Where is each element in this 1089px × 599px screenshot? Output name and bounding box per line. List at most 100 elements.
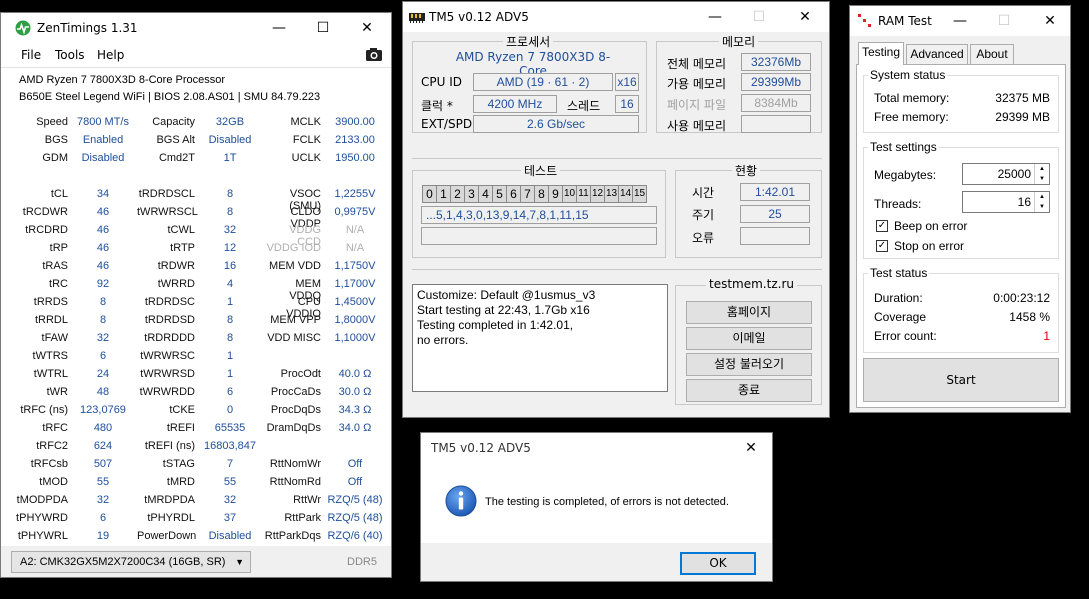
test-cell: 7 xyxy=(520,185,535,203)
stop-on-error-label: Stop on error xyxy=(894,239,965,253)
time-label: 시간 xyxy=(692,186,715,200)
timing-value: Disabled xyxy=(81,152,125,164)
close-button[interactable]: ✕ xyxy=(783,2,827,32)
board-info: B650E Steel Legend WiFi | BIOS 2.08.AS01… xyxy=(19,91,321,103)
timing-label: tWRWRSC xyxy=(140,350,195,362)
timing-label: tRFC xyxy=(42,422,68,434)
timing-value: 8 xyxy=(226,332,234,344)
zentimings-titlebar[interactable]: ZenTimings 1.31 — ☐ ✕ xyxy=(1,13,391,43)
timing-value: 8 xyxy=(99,296,107,308)
ext-spd-label: EXT/SPD xyxy=(421,117,473,131)
test-settings-group: Test settings Megabytes: 25000 ▲ ▼ Thread… xyxy=(863,140,1059,259)
timing-label: tMODPDA xyxy=(16,494,68,506)
timing-value: 123,0769 xyxy=(80,404,126,416)
menu-tools[interactable]: Tools xyxy=(55,48,85,62)
duration-value: 0:00:23:12 xyxy=(993,291,1050,305)
test-cell: 8 xyxy=(534,185,549,203)
timing-label: RttPark xyxy=(284,512,321,524)
minimize-button[interactable]: — xyxy=(257,13,301,43)
memory-group: 메모리 전체 메모리 32376Mb 가용 메모리 29399Mb 페이지 파일… xyxy=(656,33,822,133)
timing-value: 7 xyxy=(226,458,234,470)
close-button[interactable]: ✕ xyxy=(1028,6,1070,36)
timing-label: Capacity xyxy=(152,116,195,128)
timing-value: Enabled xyxy=(82,134,124,146)
timing-label: tRDWR xyxy=(157,260,195,272)
start-button[interactable]: Start xyxy=(863,358,1059,402)
exit-button[interactable]: 종료 xyxy=(686,379,812,402)
timing-value: RZQ/5 (48) xyxy=(327,512,383,524)
timing-label: RttParkDqs xyxy=(264,530,321,542)
timing-value: 40.0 Ω xyxy=(338,368,372,380)
dialog-title: TM5 v0.12 ADV5 xyxy=(431,441,531,455)
spinner-arrows-icon[interactable]: ▲ ▼ xyxy=(1034,192,1049,212)
status-group: 현황 시간 1:42.01 주기 25 오류 xyxy=(675,162,822,258)
separator xyxy=(412,158,822,159)
time-value: 1:42.01 xyxy=(740,183,810,201)
megabytes-input[interactable]: 25000 ▲ ▼ xyxy=(962,163,1050,185)
cpu-id-value: AMD (19 · 61 · 2) xyxy=(473,73,613,91)
memory-module-select[interactable]: A2: CMK32GX5M2X7200C34 (16GB, SR) ▼ xyxy=(11,551,251,573)
timing-label: tCL xyxy=(50,188,68,200)
clock-value: 4200 MHz xyxy=(473,95,557,113)
timing-value: 1 xyxy=(226,296,234,308)
dialog-body: The testing is completed, of errors is n… xyxy=(421,463,772,543)
timing-value: 34.0 Ω xyxy=(338,422,372,434)
spinner-arrows-icon[interactable]: ▲ ▼ xyxy=(1034,164,1049,184)
timing-value: 32 xyxy=(223,494,237,506)
stop-on-error-checkbox[interactable]: ✓ xyxy=(876,240,888,252)
email-button[interactable]: 이메일 xyxy=(686,327,812,350)
ramtest-titlebar[interactable]: RAM Test — ☐ ✕ xyxy=(850,6,1070,36)
maximize-button[interactable]: ☐ xyxy=(301,13,345,43)
timing-label: tRFC2 xyxy=(36,440,68,452)
timing-label: RttWr xyxy=(293,494,321,506)
tab-advanced[interactable]: Advanced xyxy=(906,44,968,64)
timing-value: 6 xyxy=(99,512,107,524)
minimize-button[interactable]: — xyxy=(693,2,737,32)
load-settings-button[interactable]: 설정 불러오기 xyxy=(686,353,812,376)
used-memory-value xyxy=(741,115,811,133)
timing-value: N/A xyxy=(345,242,365,254)
menu-file[interactable]: File xyxy=(21,48,41,62)
minimize-button[interactable]: — xyxy=(938,6,982,36)
timing-label: UCLK xyxy=(291,152,321,164)
test-log[interactable]: Customize: Default @1usmus_v3 Start test… xyxy=(412,284,668,392)
timing-value: 4 xyxy=(226,278,234,290)
threads-value: 16 xyxy=(1017,195,1031,209)
megabytes-value: 25000 xyxy=(997,167,1031,181)
status-group-title: 현황 xyxy=(732,162,761,179)
timing-label: GDM xyxy=(42,152,68,164)
timing-value: 24 xyxy=(96,368,110,380)
used-memory-label: 사용 메모리 xyxy=(667,119,727,133)
timing-value: 37 xyxy=(223,512,237,524)
tab-testing[interactable]: Testing xyxy=(858,42,904,65)
menu-help[interactable]: Help xyxy=(97,48,124,62)
tab-about[interactable]: About xyxy=(970,44,1014,64)
timing-label: RttNomRd xyxy=(269,476,321,488)
site-group: testmem.tz.ru 홈페이지 이메일 설정 불러오기 종료 xyxy=(675,277,822,405)
tm5-memory-icon xyxy=(409,13,425,23)
tm5-titlebar[interactable]: TM5 v0.12 ADV5 — ☐ ✕ xyxy=(403,2,829,32)
close-button[interactable]: ✕ xyxy=(729,433,772,463)
camera-icon[interactable] xyxy=(365,47,383,62)
beep-on-error-checkbox[interactable]: ✓ xyxy=(876,220,888,232)
close-button[interactable]: ✕ xyxy=(345,13,389,43)
ok-button[interactable]: OK xyxy=(680,552,756,575)
test-group-title: 테스트 xyxy=(521,162,561,179)
test-cell: 5 xyxy=(492,185,507,203)
timings-grid: Speed 7800 MT/s BGS Enabled GDM Disabled tCL 34… xyxy=(1,112,391,546)
timing-label: tSTAG xyxy=(162,458,195,470)
available-memory-label: 가용 메모리 xyxy=(667,77,727,91)
threads-input[interactable]: 16 ▲ ▼ xyxy=(962,191,1050,213)
error-count-label: Error count: xyxy=(874,329,937,343)
ramtest-logo-icon xyxy=(858,14,871,27)
memory-type-label: DDR5 xyxy=(347,556,377,568)
test-cell: 6 xyxy=(506,185,521,203)
timing-label: RttNomWr xyxy=(269,458,321,470)
homepage-button[interactable]: 홈페이지 xyxy=(686,301,812,324)
timing-value: 8 xyxy=(99,314,107,326)
dialog-titlebar[interactable]: TM5 v0.12 ADV5 ✕ xyxy=(421,433,772,463)
log-line: no errors. xyxy=(417,333,469,347)
timing-value: N/A xyxy=(345,224,365,236)
timing-label: MEM VDD xyxy=(269,260,321,272)
ramtest-title: RAM Test xyxy=(878,14,932,28)
